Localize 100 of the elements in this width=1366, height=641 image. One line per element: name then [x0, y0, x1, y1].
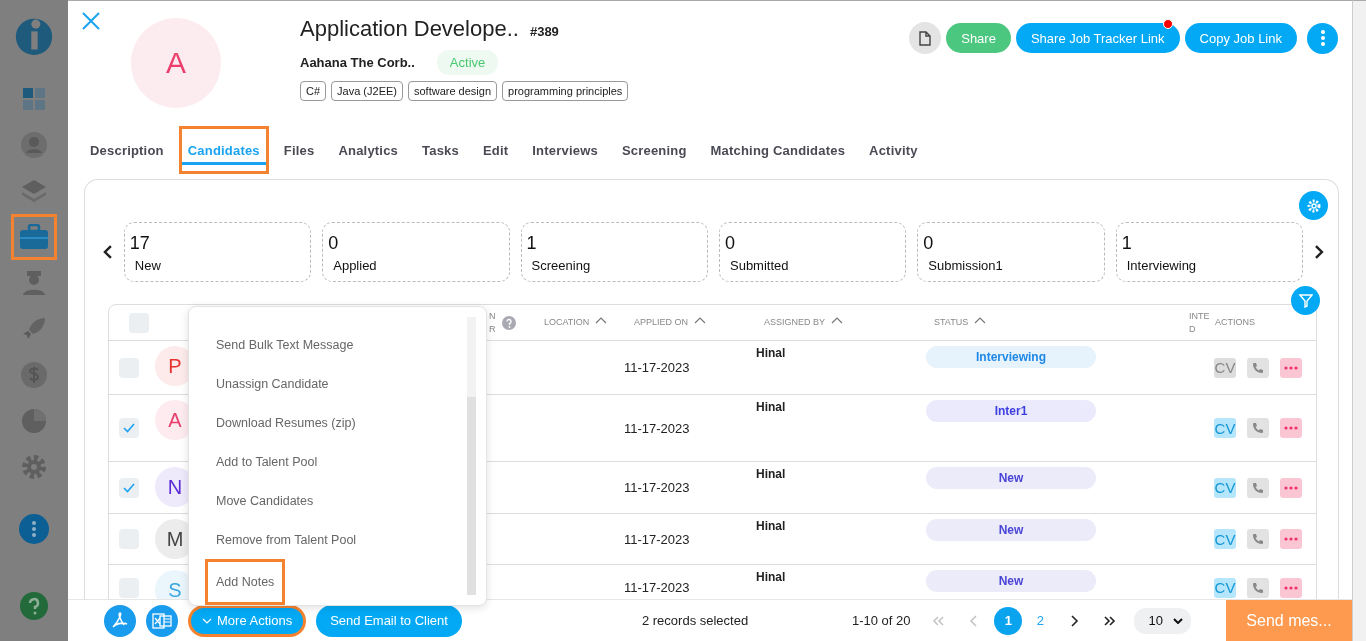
caret-icon	[1172, 617, 1183, 624]
phone-button[interactable]	[1247, 477, 1269, 498]
stage-card[interactable]: 1 Interviewing	[1115, 222, 1304, 282]
stage-card[interactable]: 17 New	[123, 222, 312, 282]
tab[interactable]: Screening	[612, 126, 696, 174]
more-button[interactable]	[1307, 22, 1338, 54]
close-icon[interactable]	[82, 12, 100, 30]
person-icon[interactable]	[22, 270, 46, 296]
stage-card[interactable]: 1 Screening	[520, 222, 708, 282]
stage-label: New	[134, 258, 162, 273]
more-button[interactable]	[1280, 477, 1302, 498]
phone-icon	[1252, 581, 1264, 594]
page-size-select[interactable]: 10	[1134, 607, 1191, 634]
check-icon	[123, 482, 135, 493]
menu-item[interactable]: Add Notes	[205, 559, 286, 605]
sort-icon[interactable]	[831, 317, 844, 324]
skill-tag: Java (J2EE)	[331, 81, 403, 101]
more-button[interactable]	[1280, 529, 1302, 549]
scrollbar[interactable]	[467, 317, 476, 595]
menu-item[interactable]: Send Bulk Text Message	[205, 325, 365, 364]
stage-card[interactable]: 0 Submission1	[917, 222, 1105, 282]
check-icon	[123, 423, 135, 433]
phone-button[interactable]	[1247, 577, 1269, 598]
excel-export-button[interactable]	[146, 604, 178, 637]
stage-count: 1	[1121, 233, 1133, 254]
settings-icon[interactable]	[21, 454, 47, 480]
dashboard-icon[interactable]	[22, 87, 46, 111]
status-pill[interactable]: Inter1	[926, 400, 1096, 422]
column-header: LOCATION	[544, 316, 590, 329]
phone-button[interactable]	[1247, 418, 1269, 438]
stage-card[interactable]: 0 Applied	[322, 222, 510, 282]
status-pill[interactable]: New	[926, 467, 1096, 489]
skill-tag: programming principles	[502, 81, 629, 101]
tab[interactable]: Files	[274, 126, 324, 174]
row-checkbox[interactable]	[119, 418, 139, 438]
row-checkbox[interactable]	[119, 477, 139, 498]
scrollbar[interactable]	[1353, 0, 1366, 641]
skill-tag: C#	[300, 81, 327, 101]
stage-count: 0	[725, 233, 736, 254]
chevron-left-icon[interactable]	[103, 245, 113, 259]
briefcase-icon[interactable]	[19, 224, 49, 250]
phone-icon	[1252, 533, 1264, 545]
applied-date: 11-17-2023	[624, 580, 690, 595]
status-pill[interactable]: New	[926, 570, 1096, 592]
phone-icon	[1252, 361, 1264, 374]
menu-item[interactable]: Add to Talent Pool	[205, 442, 329, 481]
sort-icon[interactable]	[595, 317, 608, 324]
stage-count: 0	[328, 233, 340, 254]
assigned-by: Hinal	[755, 519, 786, 533]
tab[interactable]: Matching Candidates	[701, 126, 855, 174]
more-button[interactable]	[1280, 418, 1302, 438]
sort-icon[interactable]	[694, 317, 707, 324]
assigned-by: Hinal	[755, 467, 786, 481]
menu-item[interactable]: Unassign Candidate	[205, 364, 340, 403]
phone-icon	[1252, 481, 1264, 494]
menu-item[interactable]: Move Candidates	[205, 481, 325, 520]
user-icon[interactable]	[21, 132, 47, 158]
column-header: STATUS	[934, 316, 969, 329]
tab[interactable]: Tasks	[413, 126, 468, 174]
caret-icon	[202, 617, 212, 624]
assigned-by: Hinal	[755, 346, 786, 360]
sort-icon[interactable]	[974, 317, 987, 324]
status-pill[interactable]: New	[926, 519, 1096, 541]
tab[interactable]: Interviews	[523, 126, 607, 174]
settings-button[interactable]	[1299, 191, 1328, 220]
column-header: ACTIONS	[1215, 316, 1255, 329]
more-button[interactable]	[1280, 577, 1302, 598]
document-button[interactable]	[909, 22, 942, 54]
phone-button[interactable]	[1247, 357, 1269, 378]
chevron-right-icon[interactable]	[1314, 245, 1324, 259]
stage-label: Submitted	[730, 258, 790, 273]
menu-item[interactable]: Download Resumes (zip)	[205, 403, 367, 442]
column-header: APPLIED ON	[634, 316, 689, 329]
row-checkbox[interactable]	[119, 577, 139, 598]
more-button[interactable]	[1280, 357, 1302, 378]
assigned-by: Hinal	[755, 570, 786, 584]
more-icon	[1320, 30, 1325, 46]
stage-label: Submission1	[928, 258, 1004, 273]
page-range: 1-10 of 20	[851, 613, 911, 628]
status-pill[interactable]: Interviewing	[926, 346, 1096, 368]
stage-count: 17	[129, 233, 151, 254]
phone-button[interactable]	[1247, 529, 1269, 549]
applied-date: 11-17-2023	[624, 480, 690, 495]
filter-button[interactable]	[1291, 286, 1320, 315]
filter-icon	[1298, 293, 1313, 308]
pie-chart-icon[interactable]	[21, 408, 47, 434]
pdf-export-button[interactable]	[104, 604, 136, 637]
stage-card[interactable]: 0 Submitted	[719, 222, 907, 282]
status-badge: Active	[436, 50, 499, 75]
spreadsheet-icon	[152, 611, 172, 630]
menu-item[interactable]: Remove from Talent Pool	[205, 520, 368, 559]
tab[interactable]: Analytics	[329, 126, 408, 174]
tab[interactable]: Activity	[860, 126, 927, 174]
dollar-icon[interactable]	[21, 362, 47, 388]
tab[interactable]: Edit	[473, 126, 518, 174]
help-icon[interactable]	[20, 592, 48, 620]
layers-icon[interactable]	[21, 179, 47, 203]
more-icon[interactable]	[19, 514, 49, 544]
column-header: INTE D	[1189, 309, 1210, 336]
tab[interactable]: Description	[81, 126, 173, 174]
